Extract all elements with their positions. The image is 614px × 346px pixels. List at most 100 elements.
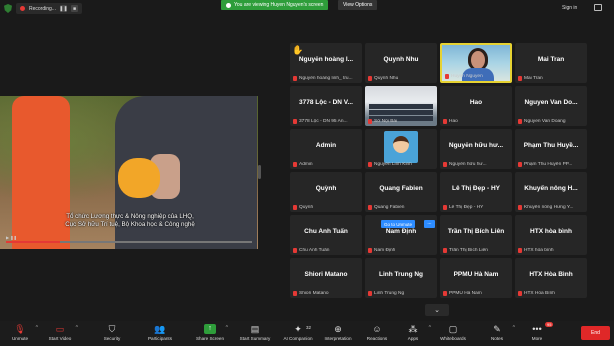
- video-progress-bar[interactable]: [6, 241, 252, 243]
- whiteboard-icon: ▢: [448, 324, 458, 334]
- microphone-muted-icon: [368, 119, 372, 124]
- ai-companion-button[interactable]: ✦ AI Companion: [278, 324, 318, 346]
- participant-tile[interactable]: Lê Thị Đẹp - HY Lê Thị Đẹp - HY: [440, 172, 512, 212]
- microphone-muted-icon: [518, 248, 522, 253]
- participant-label-text: Quỳnh Nhu: [374, 76, 399, 81]
- start-summary-button[interactable]: ▤ Start Summary: [235, 324, 275, 346]
- participant-label: Hao: [443, 119, 510, 124]
- participant-label-text: 3778 Lộc - DN 95 An...: [299, 119, 348, 124]
- security-button[interactable]: ⛉ Security: [92, 324, 132, 346]
- participant-tile[interactable]: Huyen Nguyen: [440, 43, 512, 83]
- more-label: More: [531, 336, 543, 341]
- chevron-up-icon[interactable]: ^: [76, 325, 78, 331]
- notes-icon: ✎: [493, 324, 501, 334]
- participant-label-text: Quang Fabien: [374, 205, 405, 210]
- participant-label-text: Khuyến nông Hưng Y...: [524, 205, 574, 210]
- participants-button[interactable]: 👥 Participants 32: [140, 324, 311, 346]
- shield-icon: ⛉: [108, 324, 116, 334]
- apps-button[interactable]: ⁂ Apps ^: [393, 324, 433, 346]
- sign-in-link[interactable]: Sign in: [562, 5, 577, 11]
- participant-tile[interactable]: Quang Fabien Quang Fabien: [365, 172, 437, 212]
- participant-tile[interactable]: HTX Hòa Bình HTX Hòa Bình: [515, 258, 587, 298]
- notes-button[interactable]: ✎ Notes ^: [477, 324, 517, 346]
- recording-dot-icon: [20, 6, 25, 11]
- participant-label-text: Phạm Thu Huyền PP...: [524, 162, 573, 167]
- interpretation-button[interactable]: ⊕ Interpretation: [318, 324, 358, 346]
- pause-icon[interactable]: ❚❚: [59, 5, 68, 12]
- participant-tile[interactable]: Sở Nội Bài: [365, 86, 437, 126]
- participant-tile[interactable]: Nguyen Van Do... Nguyen Van Doang: [515, 86, 587, 126]
- participant-label: Phạm Thu Huyền PP...: [518, 162, 585, 167]
- participant-tile[interactable]: Nguyễn Linh Kinh: [365, 129, 437, 169]
- participant-tile[interactable]: Khuyến nông H... Khuyến nông Hưng Y...: [515, 172, 587, 212]
- chevron-up-icon[interactable]: ^: [513, 325, 515, 331]
- microphone-muted-icon: [445, 74, 449, 79]
- whiteboards-button[interactable]: ▢ Whiteboards: [433, 324, 473, 346]
- video-controls[interactable]: ▶ ❚❚: [6, 235, 17, 240]
- participant-label: Sở Nội Bài: [368, 119, 435, 124]
- participant-name: Lê Thị Đẹp - HY: [451, 185, 501, 192]
- participant-tile[interactable]: Linh Trung Ng Linh Trung Ng: [365, 258, 437, 298]
- microphone-muted-icon: [518, 119, 522, 124]
- participant-name: Nguyễn hữu hư...: [448, 142, 504, 149]
- end-button[interactable]: End: [581, 326, 610, 340]
- video-mango: [118, 158, 160, 198]
- participant-label-text: PPMU Hà Nam: [449, 291, 482, 296]
- participant-tile[interactable]: ✋ Nguyễn hoàng l... Nguyễn hoàng linh_ tru…: [290, 43, 362, 83]
- more-options-icon[interactable]: ...: [424, 220, 435, 228]
- shield-icon[interactable]: [4, 4, 12, 13]
- video-off-icon: ▭: [55, 324, 65, 334]
- participant-name: HTX Hòa Bình: [529, 271, 573, 278]
- top-bar: Recording... ❚❚ ■ You are viewing Huyen …: [0, 0, 614, 16]
- chevron-up-icon[interactable]: ^: [429, 325, 431, 331]
- participant-tile[interactable]: Chu Anh Tuấn Chu Anh Tuấn: [290, 215, 362, 255]
- participant-label: Nguyễn Linh Kinh: [368, 162, 435, 167]
- participant-tile[interactable]: Admin Admin: [290, 129, 362, 169]
- participant-label-text: Admin: [299, 162, 313, 167]
- go-to-unmute-button[interactable]: Go to Unmute: [381, 220, 416, 228]
- start-video-button[interactable]: ▭ Start Video ^: [40, 324, 80, 346]
- participant-tile[interactable]: 3778 Lộc - DN V... 3778 Lộc - DN 95 An...: [290, 86, 362, 126]
- participant-tile[interactable]: Hao Hao: [440, 86, 512, 126]
- participant-tile[interactable]: PPMU Hà Nam PPMU Hà Nam: [440, 258, 512, 298]
- chevron-up-icon[interactable]: ^: [36, 325, 38, 331]
- view-options-button[interactable]: View Options: [338, 0, 378, 10]
- microphone-muted-icon: [368, 76, 372, 81]
- participant-tile[interactable]: Mai Tran Mai Tran: [515, 43, 587, 83]
- stop-icon[interactable]: ■: [70, 5, 78, 12]
- subtitle-line-2: Cục Sở hữu Trí tuệ, Bộ Khoa học & Công n…: [65, 221, 195, 228]
- globe-icon: ⊕: [334, 324, 342, 334]
- participant-label-text: Huyen Nguyen: [451, 74, 483, 79]
- participant-tile[interactable]: HTX hòa bình HTX hòa bình: [515, 215, 587, 255]
- apps-icon: ⁂: [408, 324, 418, 334]
- share-indicator-icon: [226, 2, 231, 8]
- apps-label: Apps: [407, 336, 419, 341]
- participant-tile[interactable]: Phạm Thu Huyề... Phạm Thu Huyền PP...: [515, 129, 587, 169]
- participant-tile[interactable]: Shiori Matano Shiori Matano: [290, 258, 362, 298]
- microphone-muted-icon: [368, 248, 372, 253]
- next-page-icon[interactable]: ⌄: [425, 304, 449, 316]
- participant-tile[interactable]: Quỳnh Quỳnh: [290, 172, 362, 212]
- split-drag-handle[interactable]: [258, 165, 261, 179]
- microphone-muted-icon: [518, 205, 522, 210]
- fullscreen-icon[interactable]: [594, 4, 602, 11]
- participant-tile[interactable]: Nguyễn hữu hư... Nguyễn hữu hư...: [440, 129, 512, 169]
- participant-label-text: Nguyen Van Doang: [524, 119, 566, 124]
- chevron-up-icon[interactable]: ^: [226, 325, 228, 331]
- share-screen-button[interactable]: ↑ Share Screen ^: [190, 324, 230, 346]
- participant-name: Shiori Matano: [304, 271, 348, 278]
- more-button[interactable]: ••• More: [517, 324, 557, 346]
- participant-tile[interactable]: Quynh Nhu Quỳnh Nhu: [365, 43, 437, 83]
- participant-name: Quang Fabien: [379, 185, 423, 192]
- participant-name: Nguyễn hoàng l...: [298, 56, 354, 63]
- unmute-button[interactable]: 🎙 Unmute ^: [0, 324, 40, 346]
- microphone-muted-icon: [293, 248, 297, 253]
- participant-tile[interactable]: Trần Thị Bích Liên Trần Thị Bích Liên: [440, 215, 512, 255]
- reactions-button[interactable]: ☺ Reactions: [357, 324, 397, 346]
- subtitle-line-1: Tổ chức Lương thực & Nông nghiệp của LHQ…: [66, 213, 194, 220]
- recording-indicator: Recording... ❚❚ ■: [16, 3, 82, 14]
- microphone-muted-icon: [443, 291, 447, 296]
- participant-name: Admin: [315, 142, 337, 149]
- participant-label: Huyen Nguyen: [445, 74, 508, 79]
- microphone-muted-icon: [293, 76, 297, 81]
